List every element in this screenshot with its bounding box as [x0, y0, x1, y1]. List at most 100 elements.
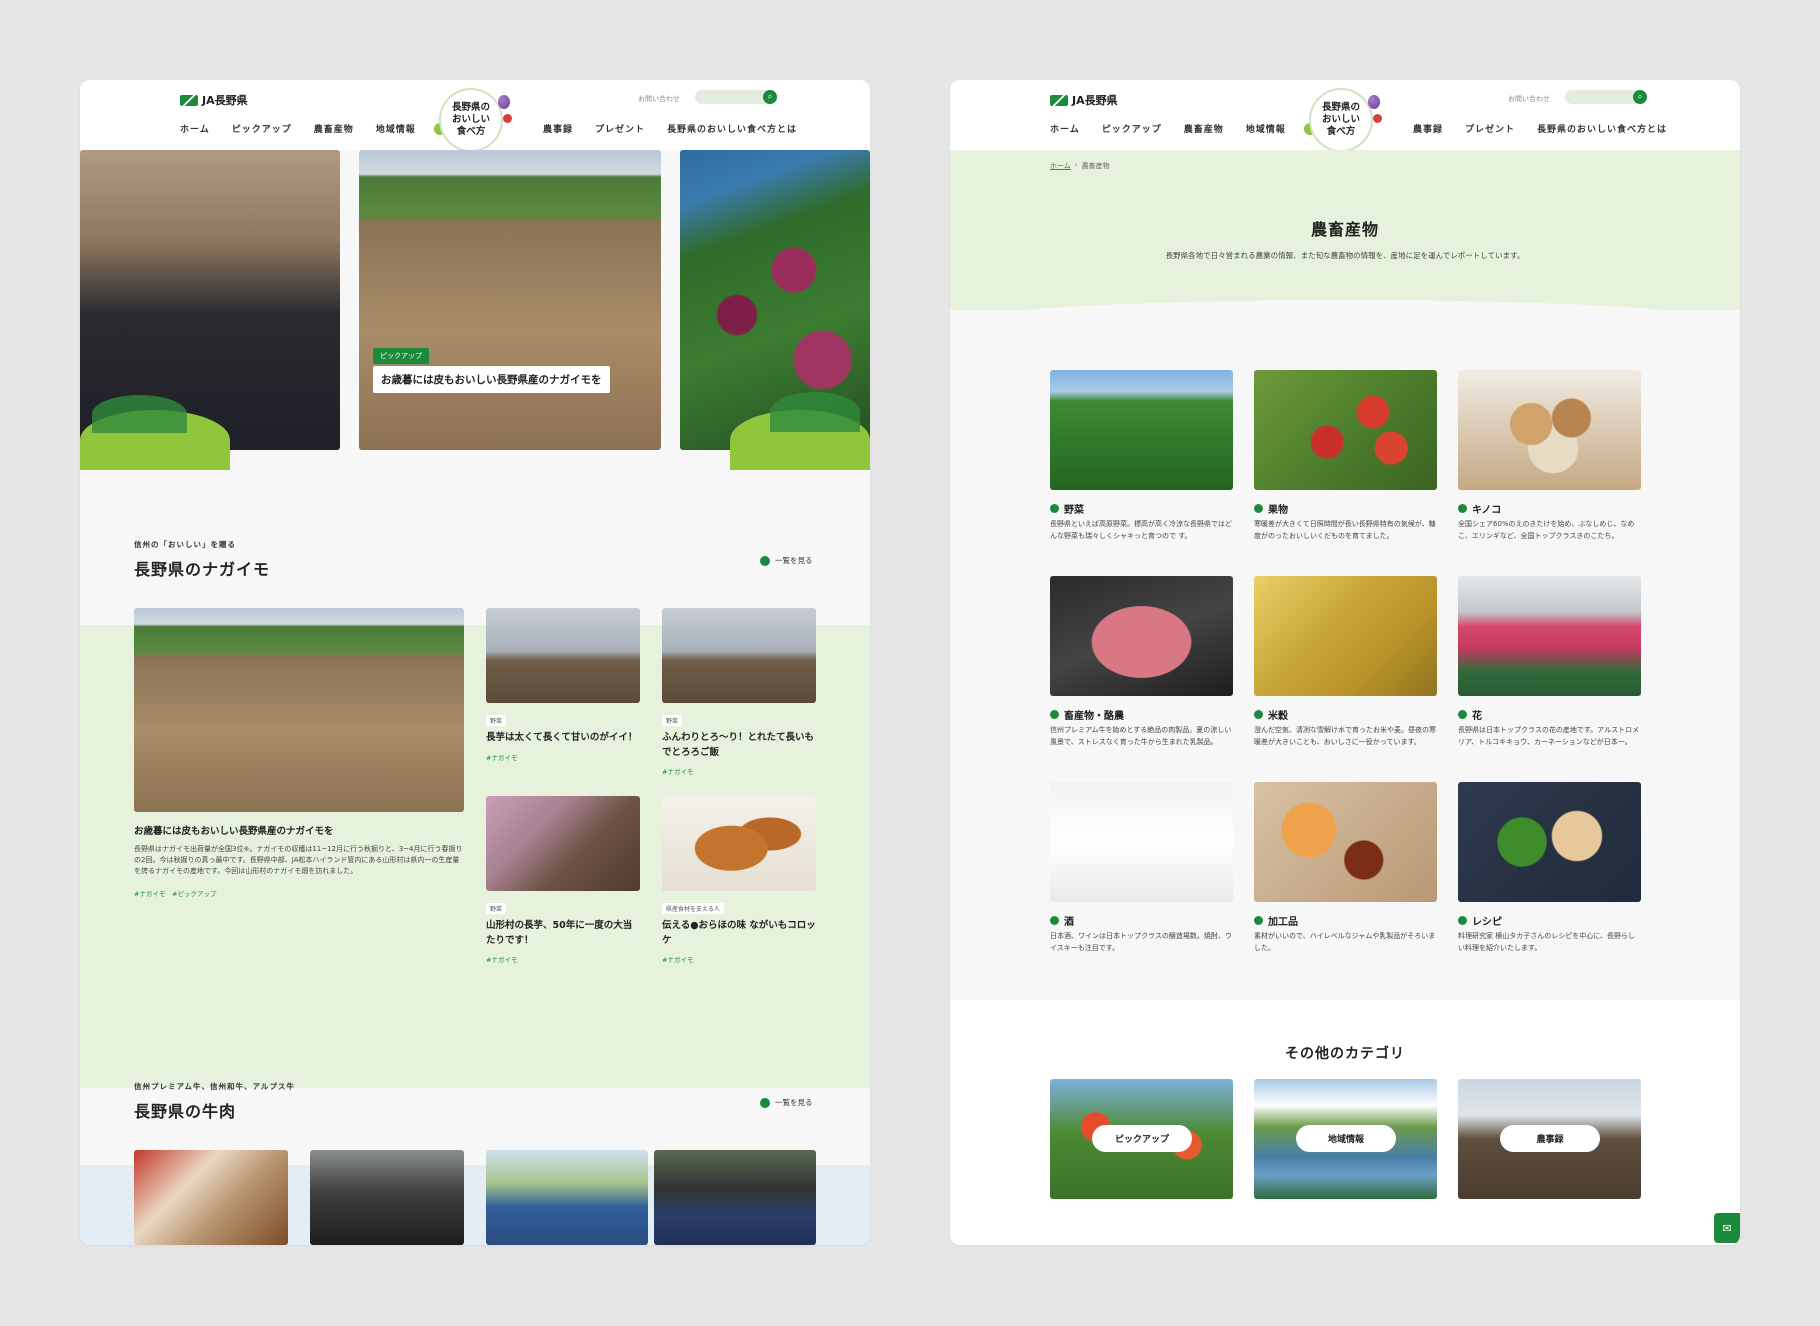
primary-nav-right: 農事録 プレゼント 長野県のおいしい食べ方とは	[1413, 122, 1667, 135]
tomato-icon	[503, 114, 512, 123]
nagaimo-main-title[interactable]: お歳暮には皮もおいしい長野県産のナガイモを	[134, 824, 464, 839]
nav-products[interactable]: 農畜産物	[1184, 122, 1224, 135]
category-rice[interactable]: 米穀	[1254, 707, 1288, 722]
contact-link[interactable]: お問い合わせ	[1508, 94, 1550, 104]
tag-link[interactable]: #ナガイモ	[662, 766, 693, 776]
tag-link[interactable]: #ナガイモ	[486, 954, 517, 964]
category-mushroom[interactable]: キノコ	[1458, 501, 1501, 516]
card-title[interactable]: 長芋は太くて長くて甘いのがイイ！	[486, 730, 640, 745]
beef-card-image[interactable]	[486, 1150, 648, 1245]
dot-icon	[1254, 710, 1263, 719]
category-desc: 長野県は日本トップクラスの花の産地です。アルストロメリア、トルコキキョウ、カーネ…	[1458, 726, 1640, 746]
breadcrumb: ホーム › 農畜産物	[1050, 161, 1110, 171]
card-image[interactable]	[486, 608, 640, 703]
beef-card-image[interactable]	[310, 1150, 464, 1245]
category-image-processed[interactable]	[1254, 782, 1437, 902]
beef-card-image[interactable]	[654, 1150, 816, 1245]
brand-name: JA長野県	[1072, 94, 1118, 107]
category-livestock[interactable]: 畜産物・酪農	[1050, 707, 1124, 722]
other-category-pickup[interactable]: ピックアップ	[1050, 1079, 1233, 1199]
card-image[interactable]	[662, 796, 816, 891]
site-logo[interactable]: 長野県の おいしい 食べ方	[1309, 88, 1373, 152]
brand-name: JA長野県	[202, 94, 248, 107]
category-image-fruit[interactable]	[1254, 370, 1437, 490]
other-categories-title: その他のカテゴリ	[1285, 1046, 1405, 1062]
category-sake[interactable]: 酒	[1050, 913, 1074, 928]
tag-link[interactable]: #ピックアップ	[172, 888, 216, 898]
nagaimo-main-image[interactable]	[134, 608, 464, 812]
hero-caption[interactable]: お歳暮には皮もおいしい長野県産のナガイモを	[373, 366, 610, 393]
breadcrumb-home[interactable]: ホーム	[1050, 161, 1071, 171]
ja-logo-icon	[1050, 94, 1068, 106]
other-category-region[interactable]: 地域情報	[1254, 1079, 1437, 1199]
dot-icon	[1458, 504, 1467, 513]
nav-records[interactable]: 農事録	[543, 122, 573, 135]
leaf-decoration	[92, 395, 187, 433]
category-image-vegetables[interactable]	[1050, 370, 1233, 490]
category-image-sake[interactable]	[1050, 782, 1233, 902]
beef-more-link[interactable]: 一覧を見る	[760, 1097, 813, 1108]
nav-home[interactable]: ホーム	[1050, 122, 1080, 135]
site-logo[interactable]: 長野県の おいしい 食べ方	[439, 88, 503, 152]
other-category-label: ピックアップ	[1092, 1125, 1192, 1152]
nagaimo-more-link[interactable]: 一覧を見る	[760, 555, 813, 566]
products-page-preview: JA長野県 ホーム ピックアップ 農畜産物 地域情報 長野県の おいしい 食べ方…	[950, 80, 1740, 1245]
nav-present[interactable]: プレゼント	[595, 122, 645, 135]
hero-category-pill: ピックアップ	[373, 348, 429, 364]
category-image-mushroom[interactable]	[1458, 370, 1641, 490]
tag-link[interactable]: #ナガイモ	[134, 888, 165, 898]
nagaimo-main-text: 長野県はナガイモ出荷量が全国3位※。ナガイモの収穫は11~12月に行う秋掘りと、…	[134, 845, 463, 876]
nav-region[interactable]: 地域情報	[1246, 122, 1286, 135]
nav-products[interactable]: 農畜産物	[314, 122, 354, 135]
card-title[interactable]: 伝える●おらほの味 ながいもコロッケ	[662, 918, 816, 948]
category-processed[interactable]: 加工品	[1254, 913, 1298, 928]
brand-logo[interactable]: JA長野県	[1050, 92, 1118, 108]
card-category: 県産食材を支える人	[662, 903, 724, 914]
card-image[interactable]	[486, 796, 640, 891]
category-image-livestock[interactable]	[1050, 576, 1233, 696]
card-category: 野菜	[662, 715, 683, 726]
card-title[interactable]: 山形村の長芋、50年に一度の大当たりです！	[486, 918, 640, 948]
dot-icon	[1458, 916, 1467, 925]
arrow-circle-icon	[760, 555, 770, 566]
nav-pickup[interactable]: ピックアップ	[232, 122, 292, 135]
tag-link[interactable]: #ナガイモ	[662, 954, 693, 964]
nav-about[interactable]: 長野県のおいしい食べ方とは	[1537, 122, 1667, 135]
dot-icon	[1458, 710, 1467, 719]
brand-logo[interactable]: JA長野県	[180, 92, 248, 108]
other-category-records[interactable]: 農事録	[1458, 1079, 1641, 1199]
mail-icon[interactable]: ✉	[1714, 1213, 1740, 1243]
primary-nav-right: 農事録 プレゼント 長野県のおいしい食べ方とは	[543, 122, 797, 135]
nav-records[interactable]: 農事録	[1413, 122, 1443, 135]
category-vegetables[interactable]: 野菜	[1050, 501, 1084, 516]
card-title[interactable]: ふんわりとろ〜り！とれたて長いもでとろろご飯	[662, 730, 816, 760]
contact-link[interactable]: お問い合わせ	[638, 94, 680, 104]
home-page-preview: JA長野県 ホーム ピックアップ 農畜産物 地域情報 長野県の おいしい 食べ方…	[80, 80, 870, 1245]
other-category-label: 地域情報	[1296, 1125, 1396, 1152]
nav-region[interactable]: 地域情報	[376, 122, 416, 135]
category-flowers[interactable]: 花	[1458, 707, 1482, 722]
category-fruit[interactable]: 果物	[1254, 501, 1288, 516]
tag-link[interactable]: #ナガイモ	[486, 752, 517, 762]
dot-icon	[1050, 916, 1059, 925]
card-category: 野菜	[486, 715, 507, 726]
category-image-rice[interactable]	[1254, 576, 1437, 696]
nav-home[interactable]: ホーム	[180, 122, 210, 135]
card-image[interactable]	[662, 608, 816, 703]
other-category-label: 農事録	[1500, 1125, 1600, 1152]
dot-icon	[1050, 504, 1059, 513]
category-image-recipe[interactable]	[1458, 782, 1641, 902]
category-image-flowers[interactable]	[1458, 576, 1641, 696]
primary-nav-left: ホーム ピックアップ 農畜産物 地域情報	[180, 122, 416, 135]
nav-present[interactable]: プレゼント	[1465, 122, 1515, 135]
primary-nav-left: ホーム ピックアップ 農畜産物 地域情報	[1050, 122, 1286, 135]
nav-about[interactable]: 長野県のおいしい食べ方とは	[667, 122, 797, 135]
search-icon[interactable]: ⌕	[763, 90, 777, 104]
search-icon[interactable]: ⌕	[1633, 90, 1647, 104]
nav-pickup[interactable]: ピックアップ	[1102, 122, 1162, 135]
category-recipe[interactable]: レシピ	[1458, 913, 1502, 928]
hero-slide-active[interactable]: ピックアップ お歳暮には皮もおいしい長野県産のナガイモを	[359, 150, 661, 450]
beef-title: 長野県の牛肉	[134, 1102, 237, 1121]
beef-card-image[interactable]	[134, 1150, 288, 1245]
dot-icon	[1254, 916, 1263, 925]
